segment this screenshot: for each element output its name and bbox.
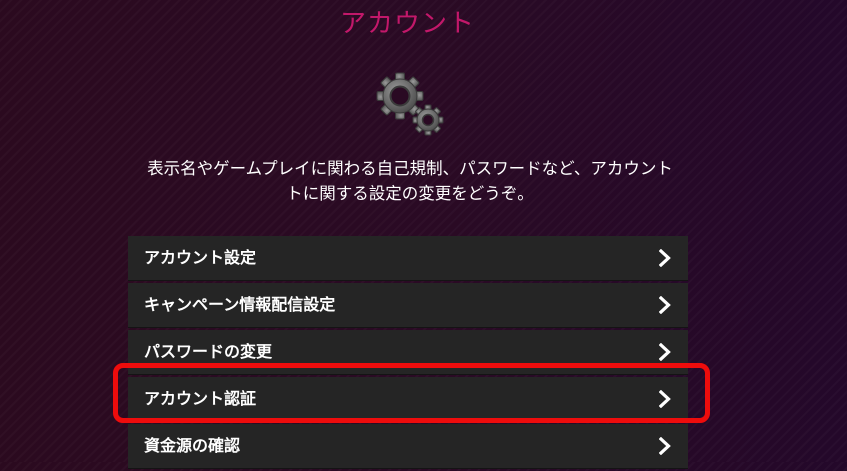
menu-item-account-settings[interactable]: アカウント設定 [128, 236, 688, 281]
menu-item-label: パスワードの変更 [144, 342, 273, 361]
chevron-right-icon [659, 296, 671, 314]
account-menu: アカウント設定 キャンペーン情報配信設定 パスワードの変更 アカウント認証 資金… [128, 236, 688, 471]
page-title: アカウント [339, 9, 475, 39]
chevron-right-icon [659, 390, 671, 408]
menu-item-account-verification[interactable]: アカウント認証 [128, 377, 688, 422]
menu-item-change-password[interactable]: パスワードの変更 [128, 330, 688, 375]
gears-icon [376, 72, 444, 136]
description-line-1: 表示名やゲームプレイに関わる自己規制、パスワードなど、アカウント [147, 159, 673, 178]
chevron-right-icon [659, 249, 671, 267]
menu-item-label: 資金源の確認 [144, 436, 241, 455]
chevron-right-icon [659, 343, 671, 361]
menu-item-label: キャンペーン情報配信設定 [144, 295, 336, 314]
description-line-2: トに関する設定の変更をどうぞ。 [286, 184, 534, 203]
page-description: 表示名やゲームプレイに関わる自己規制、パスワードなど、アカウント トに関する設定… [122, 156, 698, 206]
chevron-right-icon [659, 437, 671, 455]
menu-item-source-of-funds[interactable]: 資金源の確認 [128, 424, 688, 469]
menu-item-label: アカウント設定 [144, 248, 257, 267]
menu-item-campaign-info-settings[interactable]: キャンペーン情報配信設定 [128, 283, 688, 328]
menu-item-label: アカウント認証 [144, 389, 257, 408]
